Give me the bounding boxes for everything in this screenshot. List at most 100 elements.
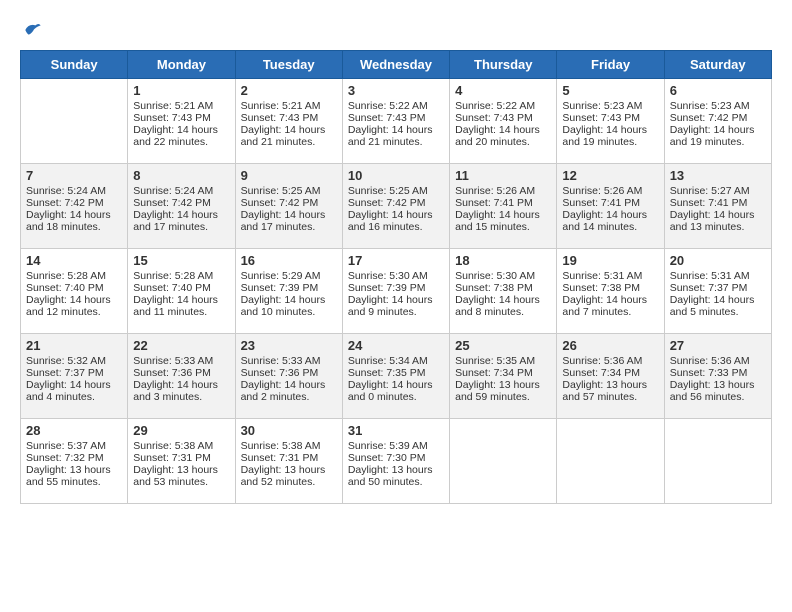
day-number: 26 [562, 338, 658, 353]
cell-text: Sunset: 7:43 PM [348, 112, 444, 124]
cell-text: Sunrise: 5:26 AM [455, 185, 551, 197]
cell-text: and 7 minutes. [562, 306, 658, 318]
cell-text: Daylight: 14 hours [241, 294, 337, 306]
day-number: 29 [133, 423, 229, 438]
day-header-tuesday: Tuesday [235, 51, 342, 79]
cell-text: Daylight: 14 hours [562, 124, 658, 136]
week-row-1: 1Sunrise: 5:21 AMSunset: 7:43 PMDaylight… [21, 79, 772, 164]
cell-text: Sunset: 7:31 PM [241, 452, 337, 464]
cell-text: Sunset: 7:40 PM [26, 282, 122, 294]
cell-text: Sunset: 7:41 PM [670, 197, 766, 209]
day-header-thursday: Thursday [450, 51, 557, 79]
cell-text: Sunset: 7:42 PM [241, 197, 337, 209]
day-number: 14 [26, 253, 122, 268]
cell-text: and 10 minutes. [241, 306, 337, 318]
cell-text: Sunrise: 5:33 AM [241, 355, 337, 367]
calendar-cell: 26Sunrise: 5:36 AMSunset: 7:34 PMDayligh… [557, 334, 664, 419]
calendar-cell [664, 419, 771, 504]
cell-text: Sunrise: 5:25 AM [241, 185, 337, 197]
cell-text: and 19 minutes. [670, 136, 766, 148]
day-number: 13 [670, 168, 766, 183]
cell-text: Daylight: 14 hours [348, 209, 444, 221]
day-number: 19 [562, 253, 658, 268]
day-header-wednesday: Wednesday [342, 51, 449, 79]
cell-text: and 2 minutes. [241, 391, 337, 403]
cell-text: Daylight: 14 hours [26, 209, 122, 221]
cell-text: Sunset: 7:39 PM [241, 282, 337, 294]
cell-text: Sunrise: 5:33 AM [133, 355, 229, 367]
calendar-cell: 12Sunrise: 5:26 AMSunset: 7:41 PMDayligh… [557, 164, 664, 249]
calendar-cell: 16Sunrise: 5:29 AMSunset: 7:39 PMDayligh… [235, 249, 342, 334]
cell-text: Daylight: 14 hours [241, 209, 337, 221]
cell-text: and 13 minutes. [670, 221, 766, 233]
cell-text: Daylight: 14 hours [670, 294, 766, 306]
calendar-cell [21, 79, 128, 164]
cell-text: Daylight: 13 hours [133, 464, 229, 476]
cell-text: Sunrise: 5:21 AM [241, 100, 337, 112]
cell-text: Sunrise: 5:35 AM [455, 355, 551, 367]
calendar-header: SundayMondayTuesdayWednesdayThursdayFrid… [21, 51, 772, 79]
day-number: 9 [241, 168, 337, 183]
day-number: 25 [455, 338, 551, 353]
cell-text: Sunset: 7:34 PM [562, 367, 658, 379]
cell-text: Daylight: 14 hours [133, 124, 229, 136]
cell-text: Daylight: 14 hours [348, 294, 444, 306]
cell-text: Sunrise: 5:22 AM [348, 100, 444, 112]
cell-text: Sunset: 7:30 PM [348, 452, 444, 464]
cell-text: and 55 minutes. [26, 476, 122, 488]
calendar-cell: 21Sunrise: 5:32 AMSunset: 7:37 PMDayligh… [21, 334, 128, 419]
calendar-cell: 29Sunrise: 5:38 AMSunset: 7:31 PMDayligh… [128, 419, 235, 504]
cell-text: Sunset: 7:36 PM [133, 367, 229, 379]
cell-text: Sunset: 7:42 PM [133, 197, 229, 209]
calendar-cell [557, 419, 664, 504]
cell-text: and 16 minutes. [348, 221, 444, 233]
calendar-cell: 15Sunrise: 5:28 AMSunset: 7:40 PMDayligh… [128, 249, 235, 334]
cell-text: and 17 minutes. [241, 221, 337, 233]
calendar-cell: 6Sunrise: 5:23 AMSunset: 7:42 PMDaylight… [664, 79, 771, 164]
cell-text: Sunrise: 5:32 AM [26, 355, 122, 367]
cell-text: Sunset: 7:42 PM [26, 197, 122, 209]
calendar-cell: 24Sunrise: 5:34 AMSunset: 7:35 PMDayligh… [342, 334, 449, 419]
cell-text: Sunrise: 5:23 AM [670, 100, 766, 112]
cell-text: Sunset: 7:40 PM [133, 282, 229, 294]
day-number: 1 [133, 83, 229, 98]
cell-text: Sunrise: 5:23 AM [562, 100, 658, 112]
cell-text: Sunset: 7:42 PM [670, 112, 766, 124]
cell-text: Sunset: 7:42 PM [348, 197, 444, 209]
cell-text: Daylight: 14 hours [26, 294, 122, 306]
day-number: 11 [455, 168, 551, 183]
cell-text: and 57 minutes. [562, 391, 658, 403]
cell-text: Sunset: 7:36 PM [241, 367, 337, 379]
cell-text: and 22 minutes. [133, 136, 229, 148]
cell-text: and 21 minutes. [241, 136, 337, 148]
cell-text: Daylight: 14 hours [133, 209, 229, 221]
calendar-cell: 4Sunrise: 5:22 AMSunset: 7:43 PMDaylight… [450, 79, 557, 164]
cell-text: Daylight: 14 hours [348, 124, 444, 136]
day-header-friday: Friday [557, 51, 664, 79]
cell-text: Sunrise: 5:30 AM [455, 270, 551, 282]
cell-text: Sunrise: 5:34 AM [348, 355, 444, 367]
cell-text: Daylight: 14 hours [241, 379, 337, 391]
calendar-cell: 22Sunrise: 5:33 AMSunset: 7:36 PMDayligh… [128, 334, 235, 419]
day-number: 17 [348, 253, 444, 268]
cell-text: Sunrise: 5:31 AM [670, 270, 766, 282]
cell-text: Sunset: 7:37 PM [26, 367, 122, 379]
cell-text: Sunset: 7:43 PM [133, 112, 229, 124]
calendar-cell: 20Sunrise: 5:31 AMSunset: 7:37 PMDayligh… [664, 249, 771, 334]
page-header [20, 20, 772, 40]
cell-text: Sunset: 7:35 PM [348, 367, 444, 379]
cell-text: and 20 minutes. [455, 136, 551, 148]
cell-text: Sunset: 7:41 PM [562, 197, 658, 209]
calendar-cell: 10Sunrise: 5:25 AMSunset: 7:42 PMDayligh… [342, 164, 449, 249]
day-number: 6 [670, 83, 766, 98]
cell-text: Sunrise: 5:26 AM [562, 185, 658, 197]
day-number: 27 [670, 338, 766, 353]
logo-bird-icon [22, 20, 42, 40]
calendar-cell: 25Sunrise: 5:35 AMSunset: 7:34 PMDayligh… [450, 334, 557, 419]
cell-text: Daylight: 14 hours [133, 294, 229, 306]
day-number: 22 [133, 338, 229, 353]
cell-text: Daylight: 13 hours [455, 379, 551, 391]
day-number: 8 [133, 168, 229, 183]
cell-text: and 19 minutes. [562, 136, 658, 148]
cell-text: Sunrise: 5:36 AM [670, 355, 766, 367]
